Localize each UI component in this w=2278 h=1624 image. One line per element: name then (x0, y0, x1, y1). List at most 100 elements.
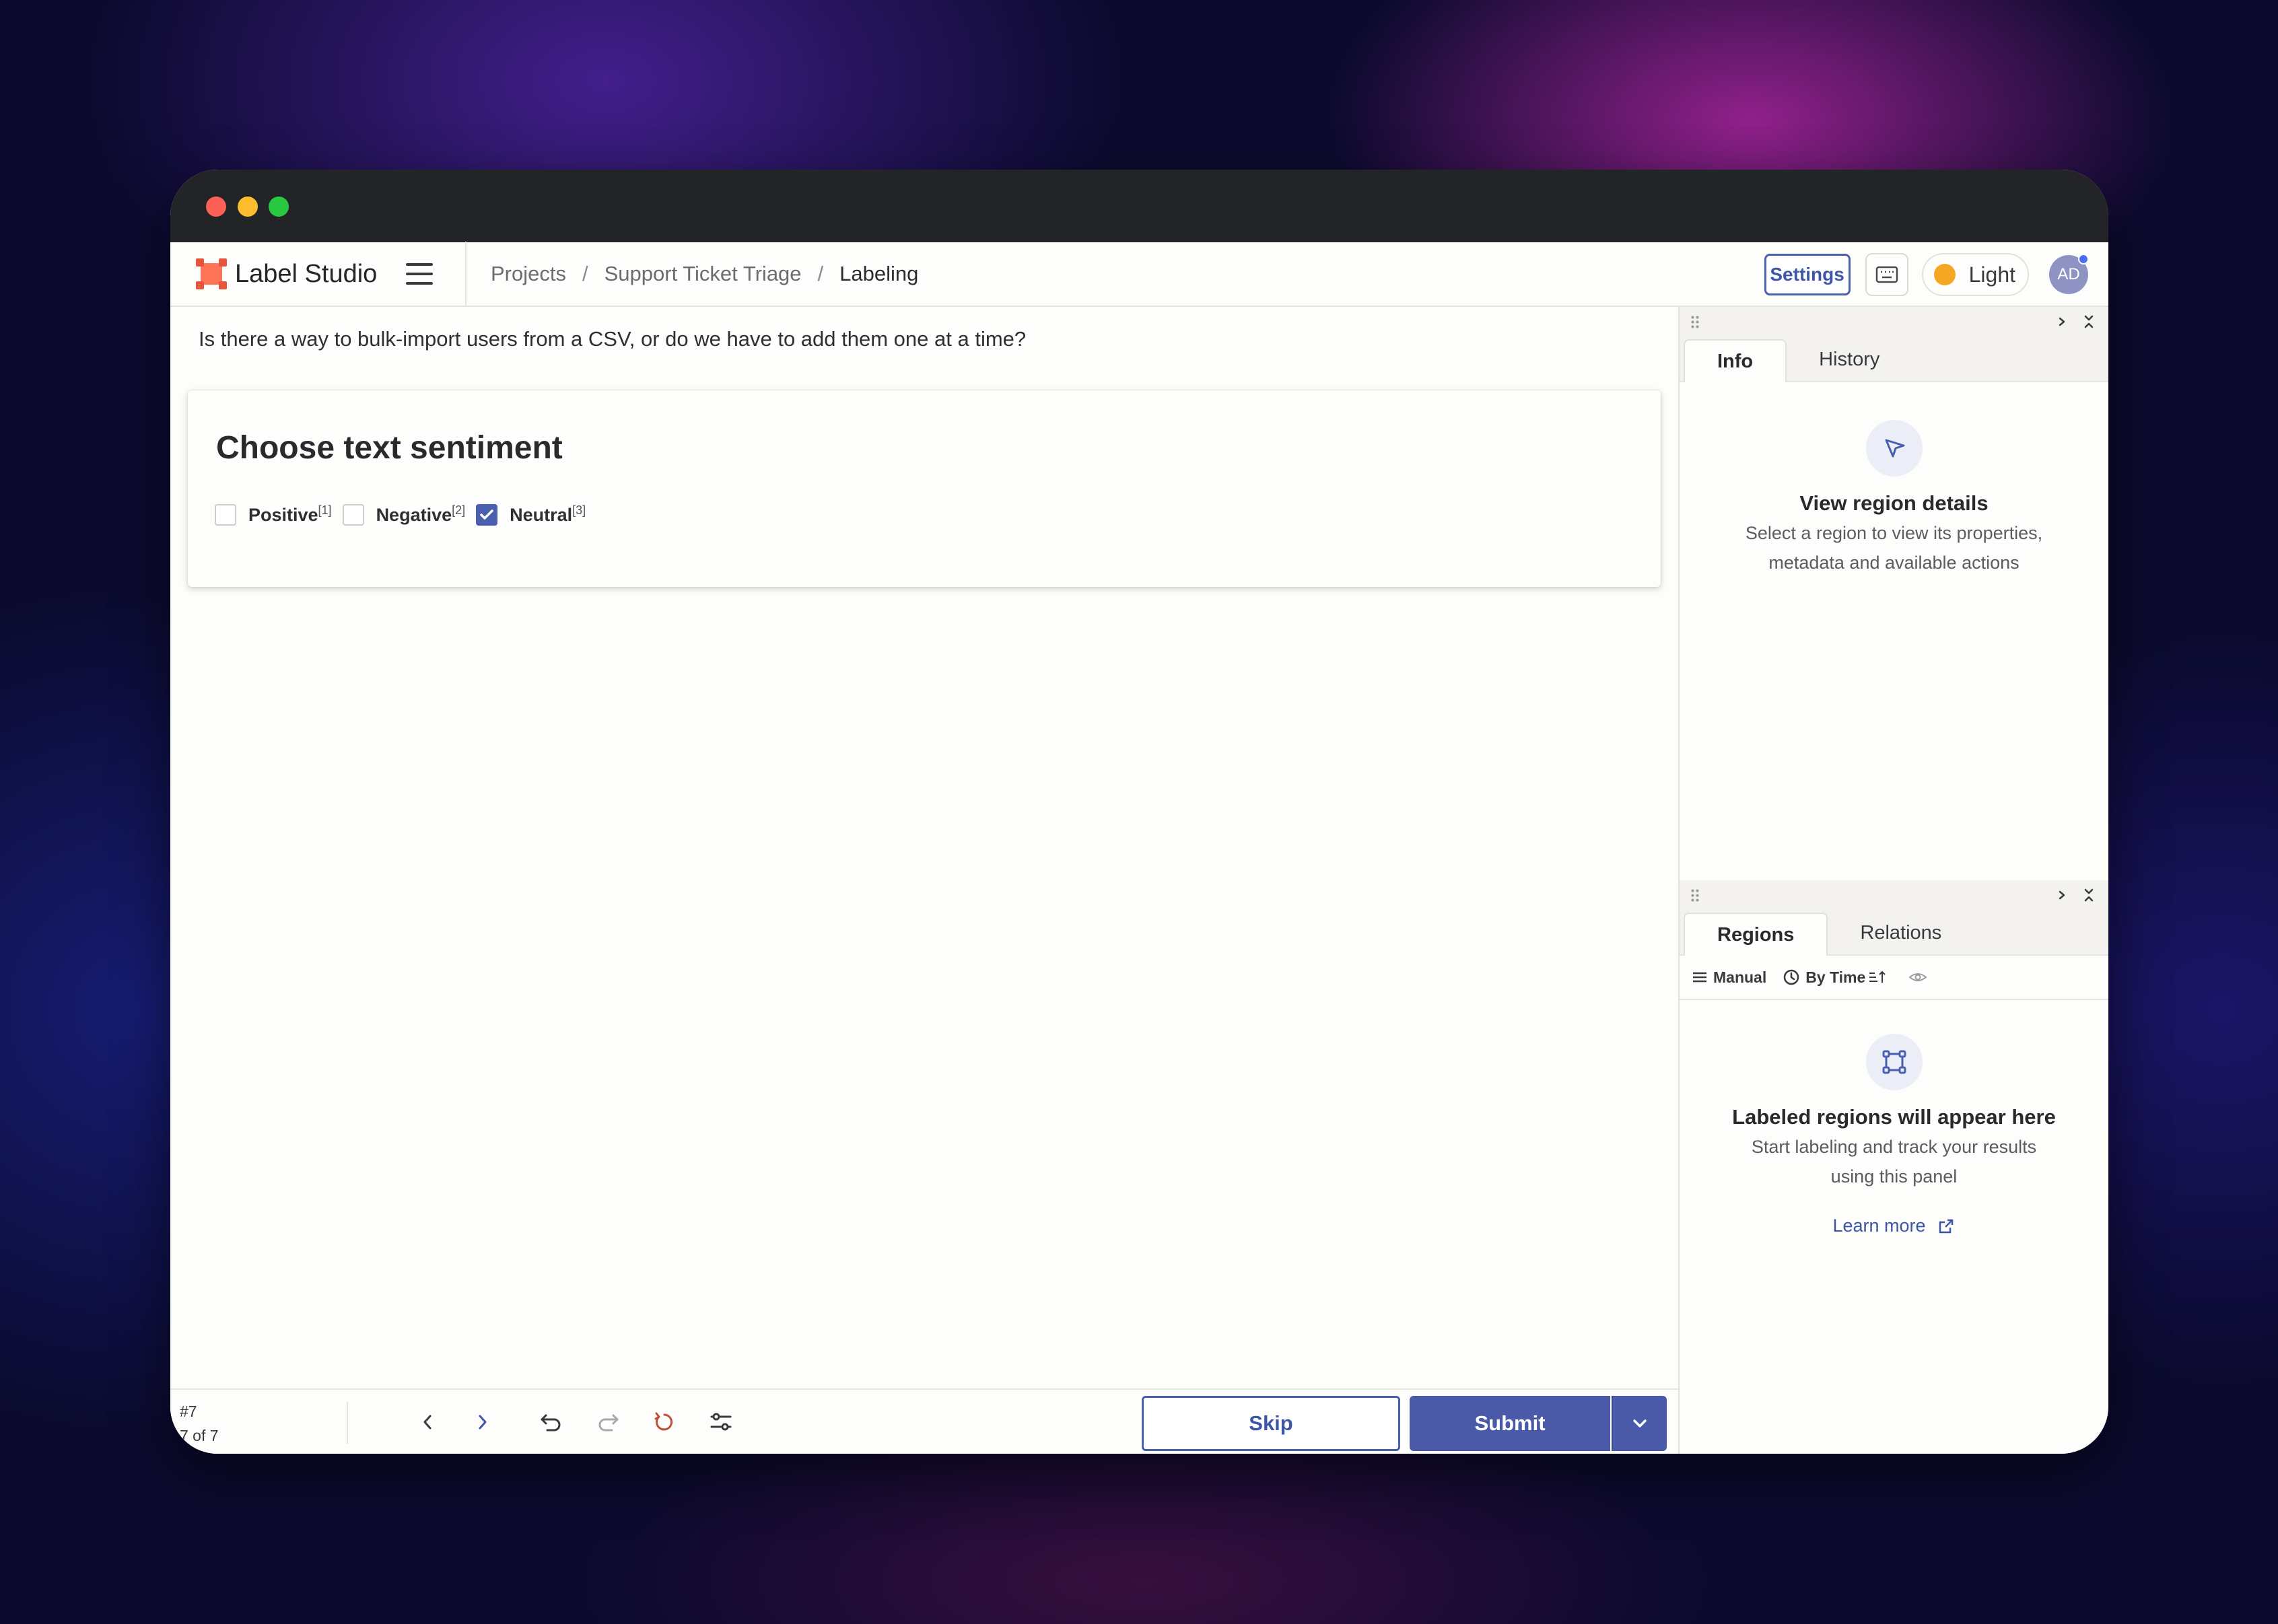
right-sidebar: Info History View region details Select … (1678, 307, 2108, 1454)
task-id: #7 (180, 1403, 197, 1420)
eye-icon (1908, 973, 1927, 981)
window-titlebar (170, 170, 2108, 242)
expand-panel-button[interactable] (2051, 884, 2073, 906)
submit-options-button[interactable] (1612, 1396, 1667, 1451)
choice-label: Negative[2] (376, 503, 466, 525)
regions-empty-description: Start labeling and track your results us… (1751, 1137, 2037, 1187)
tab-history[interactable]: History (1787, 338, 1912, 381)
info-empty-description: Select a region to view its properties, … (1745, 523, 2043, 573)
choice-neutral[interactable]: Neutral[3] (476, 503, 586, 526)
breadcrumb-projects[interactable]: Projects (491, 262, 566, 286)
sort-by-time-button[interactable]: By Time (1783, 968, 1892, 987)
collapse-panel-button[interactable] (2078, 884, 2100, 906)
cursor-icon (1865, 420, 1923, 476)
collapse-icon (2084, 315, 2094, 328)
task-position: 7 of 7 (180, 1427, 219, 1444)
regions-empty-title: Labeled regions will appear here (1732, 1105, 2056, 1129)
submit-button[interactable]: Submit (1410, 1396, 1610, 1451)
reset-icon (654, 1412, 673, 1431)
sort-label: By Time (1805, 968, 1866, 986)
avatar-initials: AD (2057, 265, 2080, 283)
chevron-down-icon (1633, 1419, 1647, 1427)
drag-handle-icon[interactable] (1690, 888, 1700, 902)
checkbox-checked[interactable] (476, 503, 498, 526)
breadcrumb-current: Labeling (839, 262, 919, 285)
collapse-panel-button[interactable] (2078, 311, 2100, 332)
menu-icon[interactable] (406, 263, 433, 285)
app-logo[interactable]: Label Studio (196, 258, 384, 289)
prev-task-button[interactable] (411, 1406, 444, 1438)
user-avatar[interactable]: AD (2049, 254, 2089, 294)
hotkey-hint: [2] (452, 503, 466, 517)
chevron-left-icon (423, 1415, 432, 1429)
expand-panel-button[interactable] (2051, 311, 2073, 332)
task-text: Is there a way to bulk-import users from… (199, 327, 1027, 351)
bottom-toolbar: #7 7 of 7 Skip Submit (170, 1388, 1678, 1454)
checkbox[interactable] (342, 503, 364, 526)
breadcrumb-project[interactable]: Support Ticket Triage (605, 262, 802, 286)
task-counter: #7 7 of 7 (180, 1399, 219, 1448)
checkbox[interactable] (215, 503, 236, 526)
learn-more-link[interactable]: Learn more (1832, 1215, 1955, 1236)
tab-regions[interactable]: Regions (1684, 913, 1828, 956)
theme-label: Light (1968, 262, 2015, 287)
clock-icon (1783, 969, 1799, 985)
minimize-window-button[interactable] (238, 197, 258, 217)
manual-label: Manual (1713, 968, 1767, 986)
keyboard-shortcuts-button[interactable] (1865, 253, 1908, 296)
app-name: Label Studio (235, 259, 378, 288)
sliders-icon (710, 1413, 732, 1431)
info-panel: Info History View region details Select … (1680, 307, 2108, 880)
list-icon (1693, 972, 1706, 983)
collapse-icon (2084, 888, 2094, 902)
sentiment-title: Choose text sentiment (216, 430, 563, 466)
chevron-right-icon (2059, 317, 2065, 326)
redo-button[interactable] (592, 1406, 624, 1438)
info-tabs: Info History (1680, 337, 2108, 382)
choice-label: Positive[1] (248, 503, 332, 525)
top-navigation: Label Studio Projects / Support Ticket T… (170, 242, 2108, 307)
breadcrumb: Projects / Support Ticket Triage / Label… (491, 262, 918, 286)
labeling-area: Is there a way to bulk-import users from… (170, 307, 1678, 1454)
panel-header (1680, 307, 2108, 337)
sort-ascending-icon (1869, 970, 1886, 983)
regions-tabs: Regions Relations (1680, 910, 2108, 956)
choice-positive[interactable]: Positive[1] (215, 503, 332, 526)
reset-button[interactable] (648, 1406, 681, 1438)
info-empty-title: View region details (1799, 491, 1989, 515)
nav-divider (465, 242, 467, 306)
chevron-right-icon (479, 1415, 487, 1429)
grouping-manual-button[interactable]: Manual (1692, 968, 1766, 987)
breadcrumb-separator: / (817, 262, 824, 285)
redo-icon (598, 1414, 619, 1432)
next-task-button[interactable] (467, 1406, 499, 1438)
tab-relations[interactable]: Relations (1828, 911, 1974, 954)
drag-handle-icon[interactable] (1690, 315, 1700, 328)
keyboard-icon (1875, 266, 1898, 283)
panel-header (1680, 880, 2108, 910)
app-window: Label Studio Projects / Support Ticket T… (170, 170, 2108, 1454)
skip-button[interactable]: Skip (1142, 1396, 1400, 1451)
sentiment-card: Choose text sentiment Positive[1] Negati… (188, 390, 1661, 587)
notification-badge (2078, 254, 2089, 264)
maximize-window-button[interactable] (269, 197, 289, 217)
undo-button[interactable] (535, 1406, 567, 1438)
toggle-visibility-button[interactable] (1908, 970, 1933, 984)
undo-icon (541, 1414, 561, 1432)
label-studio-logo-icon (196, 258, 227, 289)
regions-panel: Regions Relations Manual By Time Labeled… (1680, 880, 2108, 1454)
sun-icon (1933, 264, 1956, 285)
checkmark-icon (480, 509, 493, 520)
learn-more-label: Learn more (1832, 1215, 1926, 1236)
hotkey-hint: [3] (572, 503, 586, 517)
regions-filter-bar: Manual By Time (1680, 956, 2108, 1000)
choice-negative[interactable]: Negative[2] (342, 503, 466, 526)
tab-info[interactable]: Info (1684, 339, 1787, 382)
close-window-button[interactable] (206, 197, 226, 217)
choice-label: Neutral[3] (510, 503, 586, 525)
sentiment-choices: Positive[1] Negative[2] Neutral[3] (215, 503, 596, 526)
theme-toggle[interactable]: Light (1921, 253, 2029, 296)
external-link-icon (1939, 1219, 1953, 1233)
settings-button[interactable]: Settings (1764, 254, 1851, 295)
settings-sliders-button[interactable] (705, 1406, 737, 1438)
